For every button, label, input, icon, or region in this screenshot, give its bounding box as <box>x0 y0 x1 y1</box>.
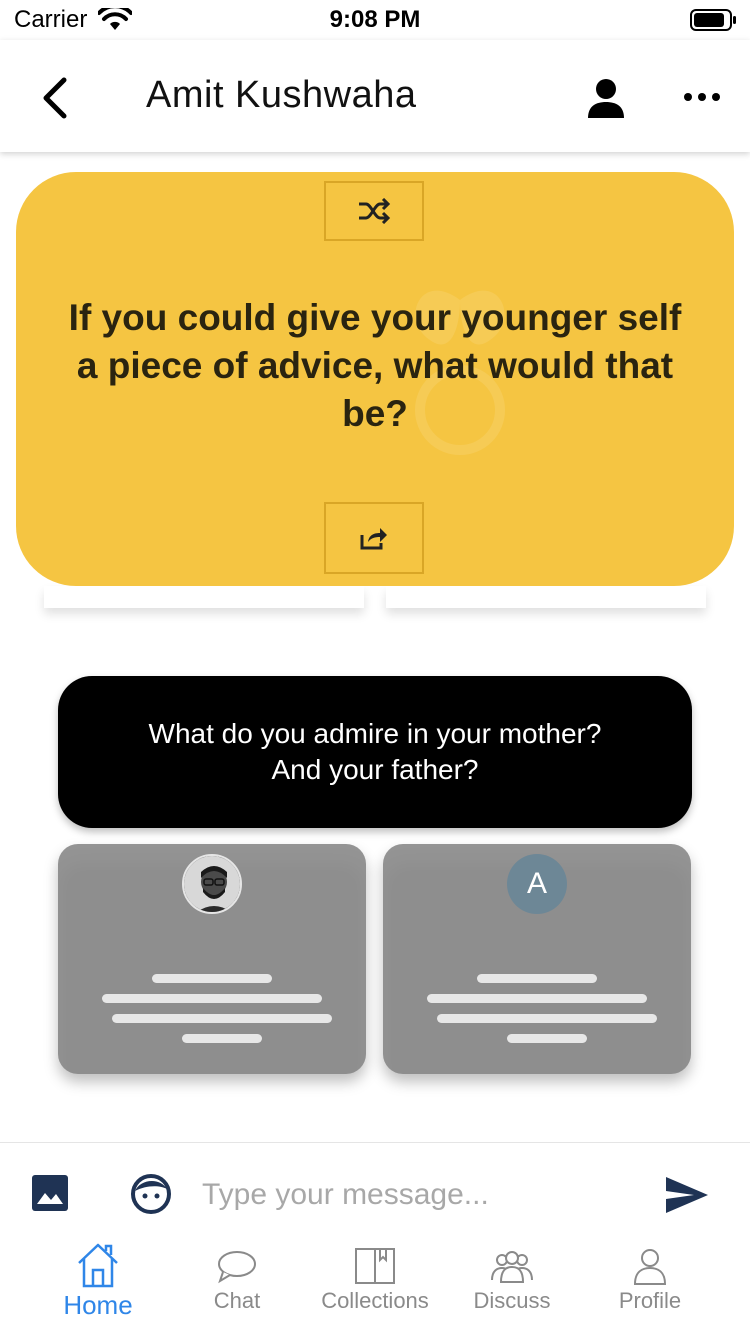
status-bar: Carrier 9:08 PM <box>0 0 750 40</box>
more-options-icon[interactable] <box>680 86 724 108</box>
tab-label: Collections <box>321 1288 429 1313</box>
question-text: What do you admire in your mother? And y… <box>88 716 662 788</box>
clock-label: 9:08 PM <box>329 6 421 33</box>
tab-home[interactable]: Home <box>28 1242 168 1334</box>
home-icon <box>78 1243 118 1288</box>
book-icon <box>355 1248 395 1284</box>
share-icon <box>360 528 387 550</box>
tab-label: Home <box>63 1290 133 1320</box>
group-icon <box>491 1251 533 1283</box>
question-line-1: What do you admire in your mother? <box>148 718 602 749</box>
profile-icon <box>633 1249 667 1285</box>
placeholder-line <box>112 1014 332 1023</box>
tab-label: Discuss <box>473 1288 551 1313</box>
prompt-card: If you could give your younger self a pi… <box>16 172 734 586</box>
back-icon[interactable] <box>36 76 76 120</box>
person-icon[interactable] <box>584 78 628 118</box>
send-icon[interactable] <box>664 1175 710 1215</box>
face-icon[interactable] <box>130 1173 172 1215</box>
card-stack-shadow-left <box>44 586 364 608</box>
tab-collections[interactable]: Collections <box>305 1242 445 1334</box>
battery-icon <box>690 9 736 31</box>
image-icon[interactable] <box>32 1175 68 1211</box>
tab-bar: Home Chat Collections Discuss Profile <box>0 1242 750 1334</box>
message-input[interactable] <box>200 1167 644 1223</box>
placeholder-line <box>507 1034 587 1043</box>
tab-label: Profile <box>618 1288 682 1313</box>
prompt-text: If you could give your younger self a pi… <box>68 297 682 434</box>
card-stack-shadow-right <box>386 586 706 608</box>
placeholder-line <box>152 974 272 983</box>
user-photo-icon <box>184 856 240 912</box>
message-bar <box>0 1142 750 1243</box>
nav-header: Amit Kushwaha <box>0 40 750 152</box>
avatar: A <box>507 854 567 914</box>
shuffle-button[interactable] <box>324 181 424 241</box>
answer-card-2[interactable]: A <box>383 844 691 1074</box>
question-card[interactable]: What do you admire in your mother? And y… <box>58 676 692 828</box>
tab-profile[interactable]: Profile <box>580 1242 720 1334</box>
avatar <box>182 854 242 914</box>
share-button[interactable] <box>324 502 424 574</box>
placeholder-line <box>427 994 647 1003</box>
placeholder-line <box>102 994 322 1003</box>
placeholder-line <box>182 1034 262 1043</box>
placeholder-line <box>437 1014 657 1023</box>
placeholder-line <box>477 974 597 983</box>
chat-icon <box>218 1251 256 1284</box>
tab-label: Chat <box>213 1288 261 1313</box>
shuffle-icon <box>359 198 391 224</box>
question-line-2: And your father? <box>271 754 479 785</box>
tab-discuss[interactable]: Discuss <box>442 1242 582 1334</box>
page-title: Amit Kushwaha <box>146 74 417 116</box>
tab-chat[interactable]: Chat <box>167 1242 307 1334</box>
answer-card-1[interactable] <box>58 844 366 1074</box>
